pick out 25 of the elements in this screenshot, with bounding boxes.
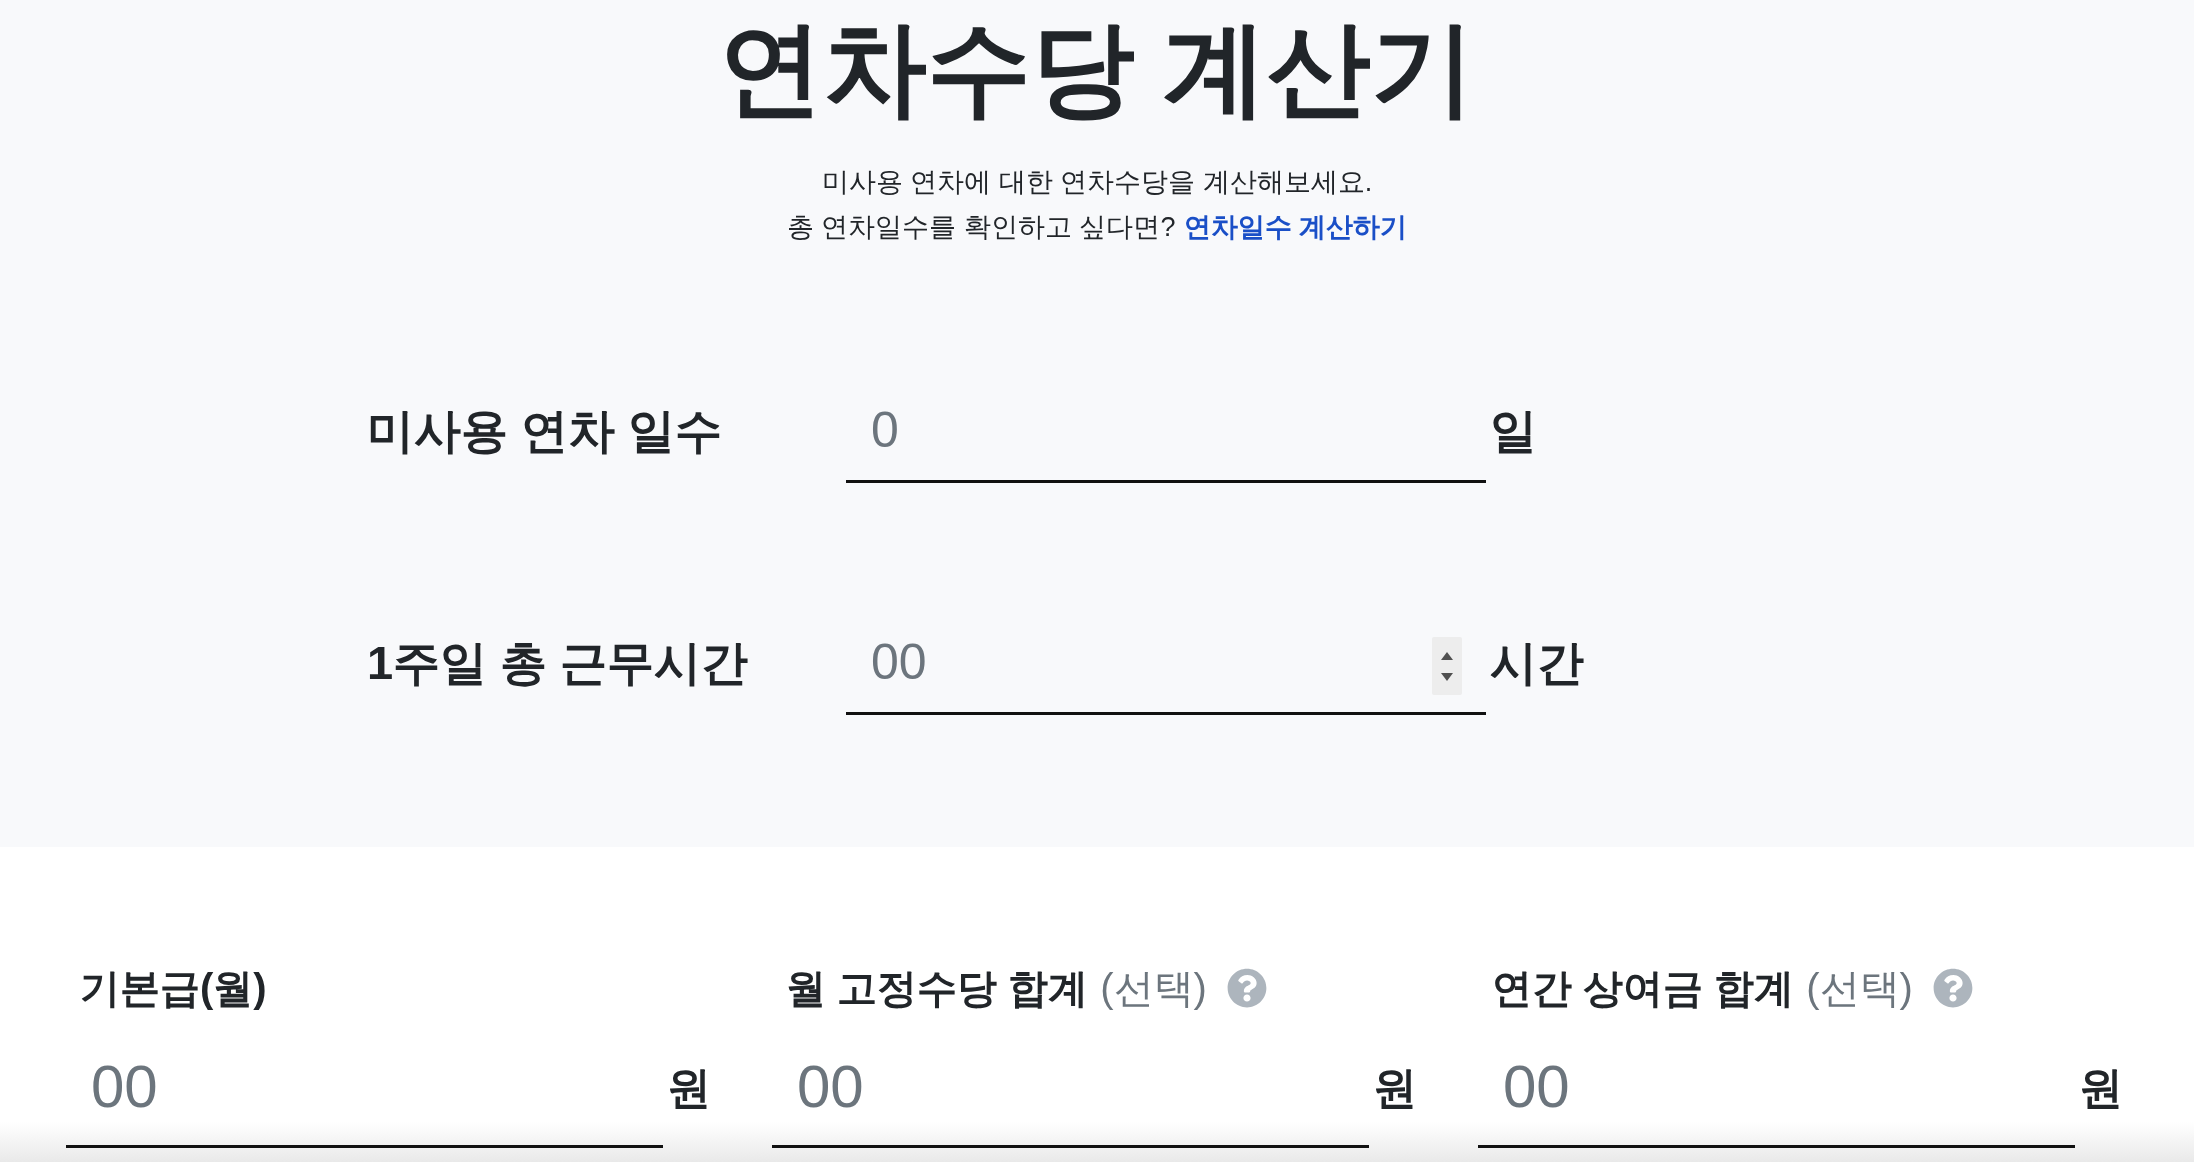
field-label: 월 고정수당 합계 — [786, 965, 1089, 1012]
field-label: 연간 상여금 합계 — [1492, 965, 1795, 1012]
help-icon[interactable] — [1932, 968, 1973, 1008]
calculator-link[interactable]: 연차일수 계산하기 — [1183, 205, 1407, 250]
unit-label: 시간 — [1489, 635, 1584, 691]
field-label: 미사용 연차 일수 — [367, 403, 723, 460]
unit-label: 원 — [2078, 1061, 2123, 1114]
number-spinner[interactable] — [1432, 637, 1462, 695]
input-field[interactable]: 0 — [846, 380, 1486, 483]
optional-note: (선택) — [1100, 965, 1207, 1012]
caret-down-icon — [1441, 672, 1453, 681]
unit-label: 일 — [1489, 403, 1537, 459]
input-field[interactable]: 00 — [66, 1028, 663, 1148]
field-label: 1주일 총 근무시간 — [367, 635, 749, 692]
help-icon[interactable] — [1226, 968, 1267, 1008]
input-field[interactable]: 00 — [1478, 1028, 2075, 1148]
caret-up-icon — [1441, 651, 1453, 660]
input-field[interactable]: 00 — [772, 1028, 1369, 1148]
prompt-text: 총 연차일수를 확인하고 싶다면? — [786, 211, 1176, 244]
unit-label: 원 — [1372, 1061, 1417, 1114]
intro-text: 미사용 연차에 대한 연차수당을 계산해보세요. — [821, 166, 1373, 199]
optional-note: (선택) — [1806, 965, 1913, 1012]
page-title: 연차수당 계산기 — [718, 9, 1476, 128]
unit-label: 원 — [666, 1061, 711, 1114]
field-label: 기본급(월) — [80, 965, 267, 1012]
